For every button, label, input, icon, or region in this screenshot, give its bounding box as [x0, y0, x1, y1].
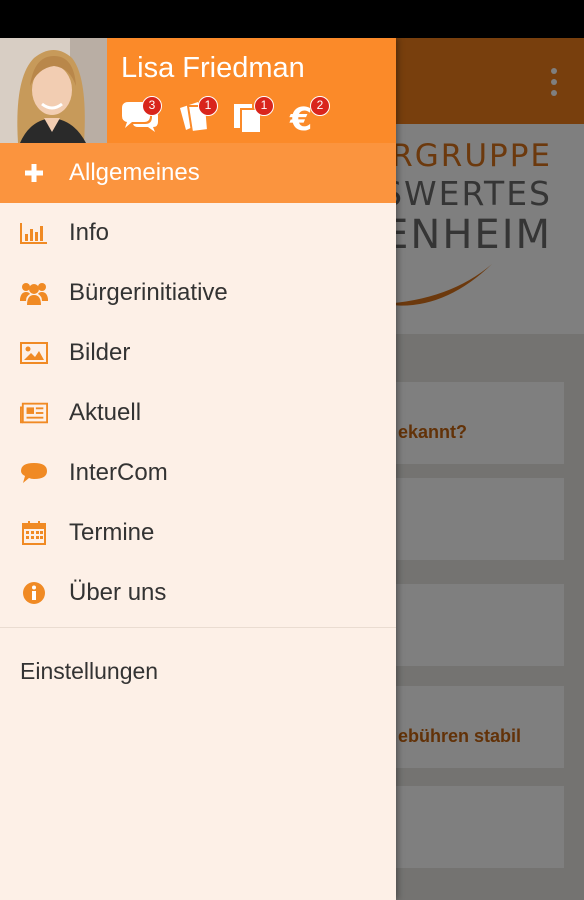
menu-item-buergerinitiative[interactable]: Bürgerinitiative	[0, 263, 396, 323]
menu-item-intercom[interactable]: InterCom	[0, 443, 396, 503]
plus-icon	[20, 160, 48, 186]
menu-item-label: InterCom	[69, 459, 168, 486]
user-name: Lisa Friedman	[121, 52, 305, 84]
calendar-icon	[20, 520, 48, 546]
info-icon	[20, 580, 48, 606]
svg-text:€: €	[289, 100, 312, 134]
menu-item-bilder[interactable]: Bilder	[0, 323, 396, 383]
menu-divider	[0, 627, 396, 628]
menu-item-label: Bilder	[69, 339, 131, 366]
menu-item-ueber-uns[interactable]: Über uns	[0, 563, 396, 623]
documents-shortcut[interactable]: 1	[232, 96, 288, 136]
payments-badge: 2	[310, 96, 330, 116]
menu-item-allgemeines[interactable]: Allgemeines	[0, 143, 396, 203]
group-icon	[20, 280, 48, 306]
status-bar	[0, 0, 584, 38]
messages-shortcut[interactable]: 3	[120, 96, 176, 136]
menu-item-label: Über uns	[69, 579, 167, 606]
menu-item-info[interactable]: Info	[0, 203, 396, 263]
menu-item-aktuell[interactable]: Aktuell	[0, 383, 396, 443]
menu-item-label: Info	[69, 219, 110, 246]
menu-item-termine[interactable]: Termine	[0, 503, 396, 563]
menu-item-label: Aktuell	[69, 399, 142, 426]
image-icon	[20, 340, 48, 366]
menu-item-label: Bürgerinitiative	[69, 279, 228, 306]
profile-header: Lisa Friedman 3 1 1 € 2	[0, 38, 396, 143]
documents-badge: 1	[254, 96, 274, 116]
chat-bubble-icon	[20, 460, 48, 486]
payments-shortcut[interactable]: € 2	[288, 96, 344, 136]
settings-item[interactable]: Einstellungen	[20, 658, 158, 685]
menu-item-label: Termine	[69, 519, 155, 546]
menu-item-label: Allgemeines	[69, 159, 200, 186]
newspaper-icon	[20, 400, 48, 426]
avatar-photo-icon	[0, 38, 107, 143]
notes-shortcut[interactable]: 1	[176, 96, 232, 136]
user-avatar[interactable]	[0, 38, 107, 143]
notes-badge: 1	[198, 96, 218, 116]
messages-badge: 3	[142, 96, 162, 116]
navigation-drawer: Lisa Friedman 3 1 1 € 2 Allgemeines Info…	[0, 38, 396, 900]
quick-actions: 3 1 1 € 2	[120, 96, 344, 136]
bar-chart-icon	[20, 220, 48, 246]
